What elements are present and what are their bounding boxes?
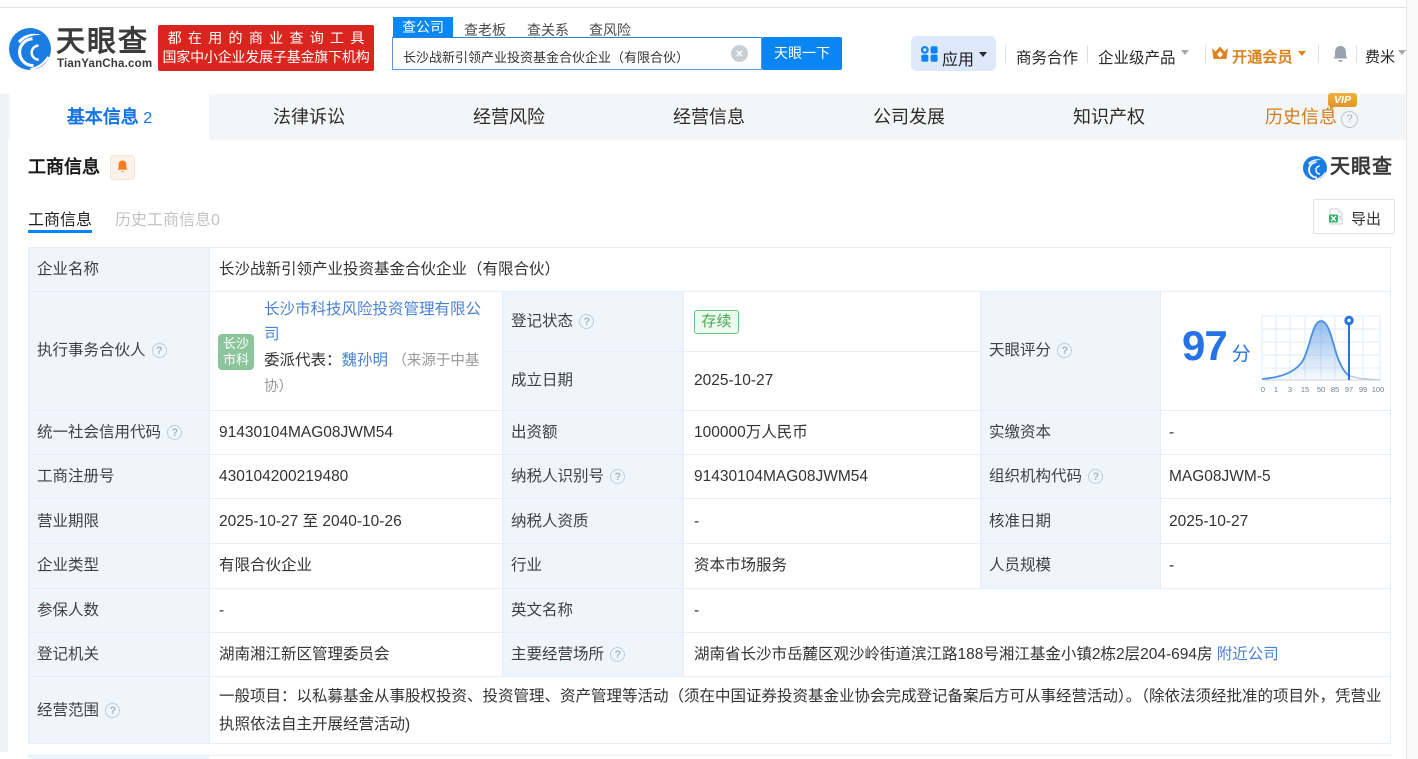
svg-text:100: 100	[1372, 385, 1385, 394]
svg-text:50: 50	[1317, 385, 1325, 394]
svg-text:97: 97	[1345, 385, 1353, 394]
svg-text:3: 3	[1288, 385, 1292, 394]
svg-text:0: 0	[1261, 385, 1265, 394]
svg-text:99: 99	[1359, 385, 1367, 394]
svg-text:85: 85	[1331, 385, 1339, 394]
svg-text:1: 1	[1274, 385, 1278, 394]
svg-text:15: 15	[1301, 385, 1309, 394]
